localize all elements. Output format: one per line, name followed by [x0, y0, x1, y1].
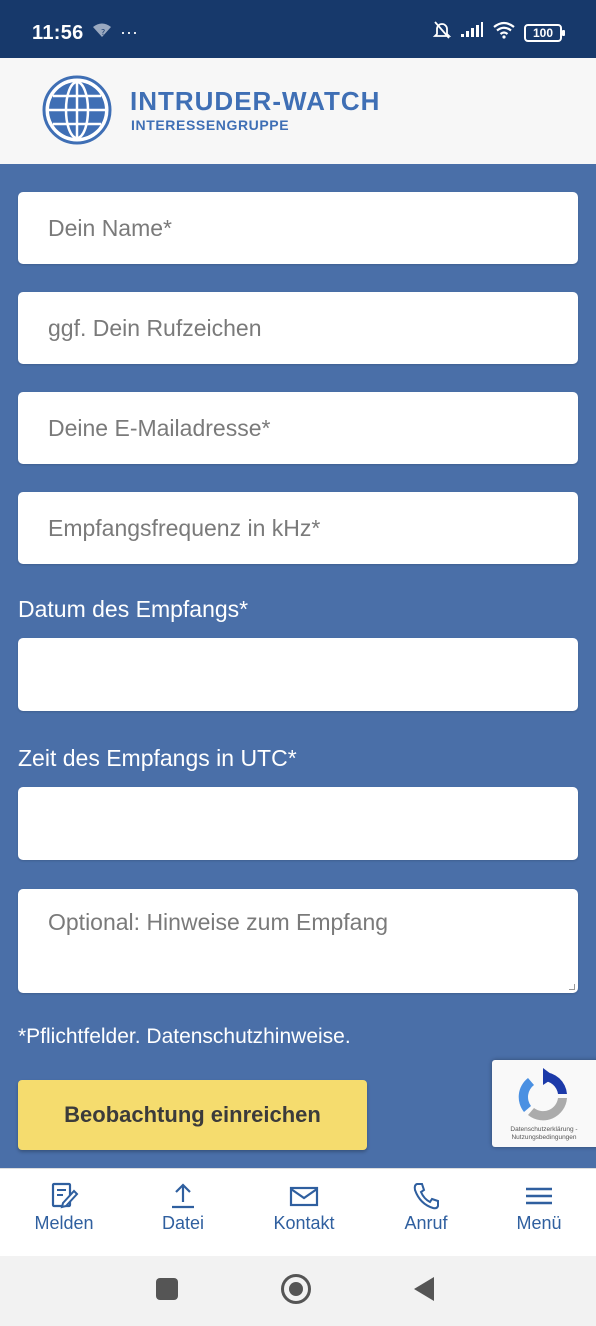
nav-label-kontakt: Kontakt: [273, 1213, 335, 1233]
recaptcha-badge[interactable]: Datenschutzerklärung - Nutzungsbedingung…: [492, 1060, 596, 1147]
nav-menue[interactable]: Menü: [484, 1169, 594, 1257]
submit-button[interactable]: Beobachtung einreichen: [18, 1080, 367, 1150]
hamburger-menu-icon: [526, 1187, 552, 1205]
nav-kontakt[interactable]: Kontakt: [249, 1169, 359, 1257]
nav-label-datei: Datei: [161, 1213, 205, 1233]
nav-datei[interactable]: Datei: [128, 1169, 238, 1257]
nav-label-anruf: Anruf: [404, 1213, 448, 1233]
callsign-input[interactable]: ggf. Dein Rufzeichen: [18, 292, 578, 364]
battery-indicator: 100: [524, 23, 565, 42]
phone-icon: [413, 1183, 439, 1210]
globe-logo-icon[interactable]: [42, 75, 112, 145]
nav-label-melden: Melden: [34, 1213, 94, 1233]
callsign-placeholder: ggf. Dein Rufzeichen: [48, 315, 262, 341]
svg-text:?: ?: [101, 28, 105, 37]
recaptcha-links[interactable]: Datenschutzerklärung - Nutzungsbedingung…: [496, 1126, 592, 1142]
notes-textarea[interactable]: Optional: Hinweise zum Empfang: [18, 889, 578, 993]
time-input[interactable]: [18, 787, 578, 860]
email-input[interactable]: Deine E-Mailadresse*: [18, 392, 578, 464]
status-time: 11:56: [32, 22, 84, 44]
system-nav-bar: [0, 1256, 596, 1326]
recent-apps-icon[interactable]: [156, 1278, 178, 1300]
report-edit-icon: [51, 1182, 79, 1209]
date-label: Datum des Empfangs*: [18, 596, 249, 622]
status-bar: 11:56 ? ··· 100: [0, 0, 596, 58]
brand-title[interactable]: INTRUDER-WATCH: [130, 86, 380, 117]
time-label: Zeit des Empfangs in UTC*: [18, 745, 297, 771]
brand-subtitle: INTERESSENGRUPPE: [131, 117, 290, 133]
site-header: INTRUDER-WATCH INTERESSENGRUPPE: [0, 58, 596, 164]
wifi-icon: [492, 21, 516, 44]
email-placeholder: Deine E-Mailadresse*: [48, 415, 271, 441]
wifi-question-icon: ?: [92, 22, 112, 43]
back-icon[interactable]: [414, 1277, 434, 1301]
resize-handle[interactable]: [569, 984, 575, 990]
date-input[interactable]: [18, 638, 578, 711]
frequency-input[interactable]: Empfangsfrequenz in kHz*: [18, 492, 578, 564]
required-fields-note[interactable]: *Pflichtfelder. Datenschutzhinweise.: [18, 1025, 351, 1049]
frequency-placeholder: Empfangsfrequenz in kHz*: [48, 515, 321, 541]
nav-label-menue: Menü: [516, 1213, 562, 1233]
home-icon[interactable]: [281, 1274, 311, 1304]
name-placeholder: Dein Name*: [48, 215, 172, 241]
nav-anruf[interactable]: Anruf: [371, 1169, 481, 1257]
bell-muted-icon: [432, 20, 452, 45]
more-dots-icon: ···: [120, 22, 138, 42]
nav-melden[interactable]: Melden: [9, 1169, 119, 1257]
bottom-nav: Melden Datei Kontakt Anruf Menü: [0, 1168, 596, 1256]
signal-icon: [460, 22, 484, 43]
notes-placeholder: Optional: Hinweise zum Empfang: [48, 909, 389, 935]
mail-icon: [289, 1186, 319, 1207]
name-input[interactable]: Dein Name*: [18, 192, 578, 264]
upload-icon: [172, 1183, 194, 1209]
